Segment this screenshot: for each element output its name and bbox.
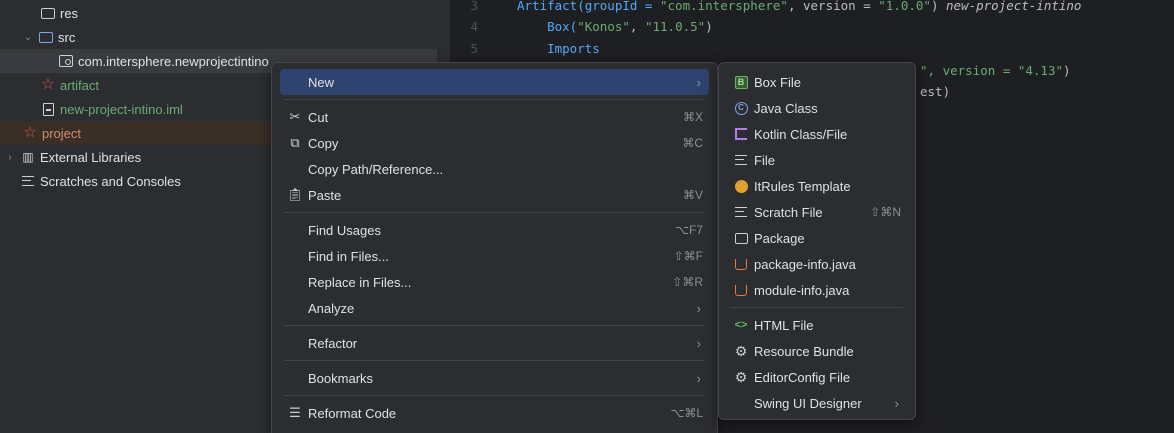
tree-item-label: Scratches and Consoles <box>40 173 181 189</box>
star-icon: ☆ <box>41 76 55 93</box>
box-file-icon: B <box>733 74 749 90</box>
context-menu: New › ✂ Cut ⌘X ⧉ Copy ⌘C Copy Path/Refer… <box>271 62 718 433</box>
shortcut: ⌥F7 <box>675 223 703 237</box>
new-submenu: B Box File C Java Class Kotlin Class/Fil… <box>718 62 916 420</box>
chevron-right-icon: › <box>894 395 899 411</box>
menu-item-resource-bundle[interactable]: ⚙ Resource Bundle <box>727 338 907 364</box>
tree-item-src[interactable]: ⌄ src <box>0 25 450 49</box>
separator <box>284 325 705 326</box>
ide-window: res ⌄ src com.intersphere.newprojectinti… <box>0 0 1174 433</box>
shortcut: ⇧⌘N <box>870 205 901 219</box>
menu-item-copy[interactable]: ⧉ Copy ⌘C <box>280 130 709 156</box>
shortcut: ⌘X <box>682 110 703 124</box>
shortcut: ⇧⌘F <box>673 249 703 263</box>
menu-item-paste[interactable]: 📋︎ Paste ⌘V <box>280 182 709 208</box>
code-line: est) <box>920 84 951 99</box>
clipboard-icon: 📋︎ <box>286 187 304 202</box>
tree-item-label: new-project-intino.iml <box>60 101 183 117</box>
gear-icon: ⚙ <box>734 342 748 359</box>
menu-item-copy-path[interactable]: Copy Path/Reference... <box>280 156 709 182</box>
java-cup-icon <box>733 282 749 298</box>
tree-item-label: artifact <box>60 77 100 93</box>
menu-item-file[interactable]: File <box>727 147 907 173</box>
line-number: 5 <box>470 41 478 56</box>
code-line: Artifact(groupId = "com.intersphere", ve… <box>517 0 1082 13</box>
separator <box>284 212 705 213</box>
source-folder-icon <box>38 30 54 44</box>
html-icon: <> <box>734 319 748 331</box>
menu-item-reformat-code[interactable]: ☰ Reformat Code ⌥⌘L <box>280 400 709 426</box>
folder-icon <box>40 6 56 20</box>
tree-item-label: com.intersphere.newprojectintino <box>78 53 269 69</box>
menu-item-module-info[interactable]: module-info.java <box>727 277 907 303</box>
chevron-right-icon: › <box>696 300 701 316</box>
gear-icon: ⚙ <box>734 368 748 385</box>
menu-item-find-in-files[interactable]: Find in Files... ⇧⌘F <box>280 243 709 269</box>
menu-item-refactor[interactable]: Refactor › <box>280 330 709 356</box>
text-file-icon <box>733 152 749 168</box>
chevron-right-icon[interactable]: › <box>4 152 16 163</box>
file-icon <box>40 102 56 116</box>
code-line: Box("Konos", "11.0.5") <box>517 19 713 34</box>
tree-item-label: src <box>58 29 76 45</box>
itrules-icon <box>733 178 749 194</box>
shortcut: ⌘C <box>682 136 703 150</box>
menu-item-kotlin[interactable]: Kotlin Class/File <box>727 121 907 147</box>
separator <box>284 395 705 396</box>
code-line: ", version = "4.13") <box>920 63 1071 78</box>
chevron-right-icon: › <box>696 74 701 90</box>
menu-item-cut[interactable]: ✂ Cut ⌘X <box>280 104 709 130</box>
scratch-file-icon <box>733 204 749 220</box>
shortcut: ⇧⌘R <box>672 275 703 289</box>
java-class-icon: C <box>733 100 749 116</box>
tree-item-label: External Libraries <box>40 149 142 165</box>
java-cup-icon <box>733 256 749 272</box>
menu-item-package[interactable]: Package <box>727 225 907 251</box>
code-line: Imports <box>517 41 600 56</box>
star-icon: ☆ <box>23 124 37 141</box>
copy-icon: ⧉ <box>290 135 300 150</box>
menu-item-swing-ui-designer[interactable]: Swing UI Designer › <box>727 390 907 416</box>
line-number: 4 <box>470 19 478 34</box>
menu-item-replace-in-files[interactable]: Replace in Files... ⇧⌘R <box>280 269 709 295</box>
chevron-right-icon: › <box>696 335 701 351</box>
menu-item-analyze[interactable]: Analyze › <box>280 295 709 321</box>
chevron-down-icon[interactable]: ⌄ <box>22 32 34 43</box>
menu-item-bookmarks[interactable]: Bookmarks › <box>280 365 709 391</box>
shortcut: ⌥⌘L <box>670 406 703 420</box>
tree-item-label: res <box>60 5 79 21</box>
library-icon: ▥ <box>22 150 34 164</box>
reformat-icon: ☰ <box>289 405 301 420</box>
menu-item-box-file[interactable]: B Box File <box>727 69 907 95</box>
menu-item-find-usages[interactable]: Find Usages ⌥F7 <box>280 217 709 243</box>
package-icon <box>58 54 74 68</box>
shortcut: ⌘V <box>682 188 703 202</box>
tree-item-label: project <box>42 125 82 141</box>
menu-item-scratch-file[interactable]: Scratch File ⇧⌘N <box>727 199 907 225</box>
menu-item-new[interactable]: New › <box>280 69 709 95</box>
chevron-right-icon: › <box>696 370 701 386</box>
separator <box>731 307 903 308</box>
separator <box>284 360 705 361</box>
menu-item-java-class[interactable]: C Java Class <box>727 95 907 121</box>
menu-item-itrules[interactable]: ItRules Template <box>727 173 907 199</box>
menu-item-editorconfig[interactable]: ⚙ EditorConfig File <box>727 364 907 390</box>
tree-item-res[interactable]: res <box>0 1 450 25</box>
menu-item-html-file[interactable]: <> HTML File <box>727 312 907 338</box>
menu-item-package-info[interactable]: package-info.java <box>727 251 907 277</box>
kotlin-icon <box>733 126 749 142</box>
line-number: 3 <box>470 0 478 13</box>
separator <box>284 99 705 100</box>
scratches-icon <box>20 174 36 188</box>
package-icon <box>733 230 749 246</box>
scissors-icon: ✂ <box>289 109 301 124</box>
